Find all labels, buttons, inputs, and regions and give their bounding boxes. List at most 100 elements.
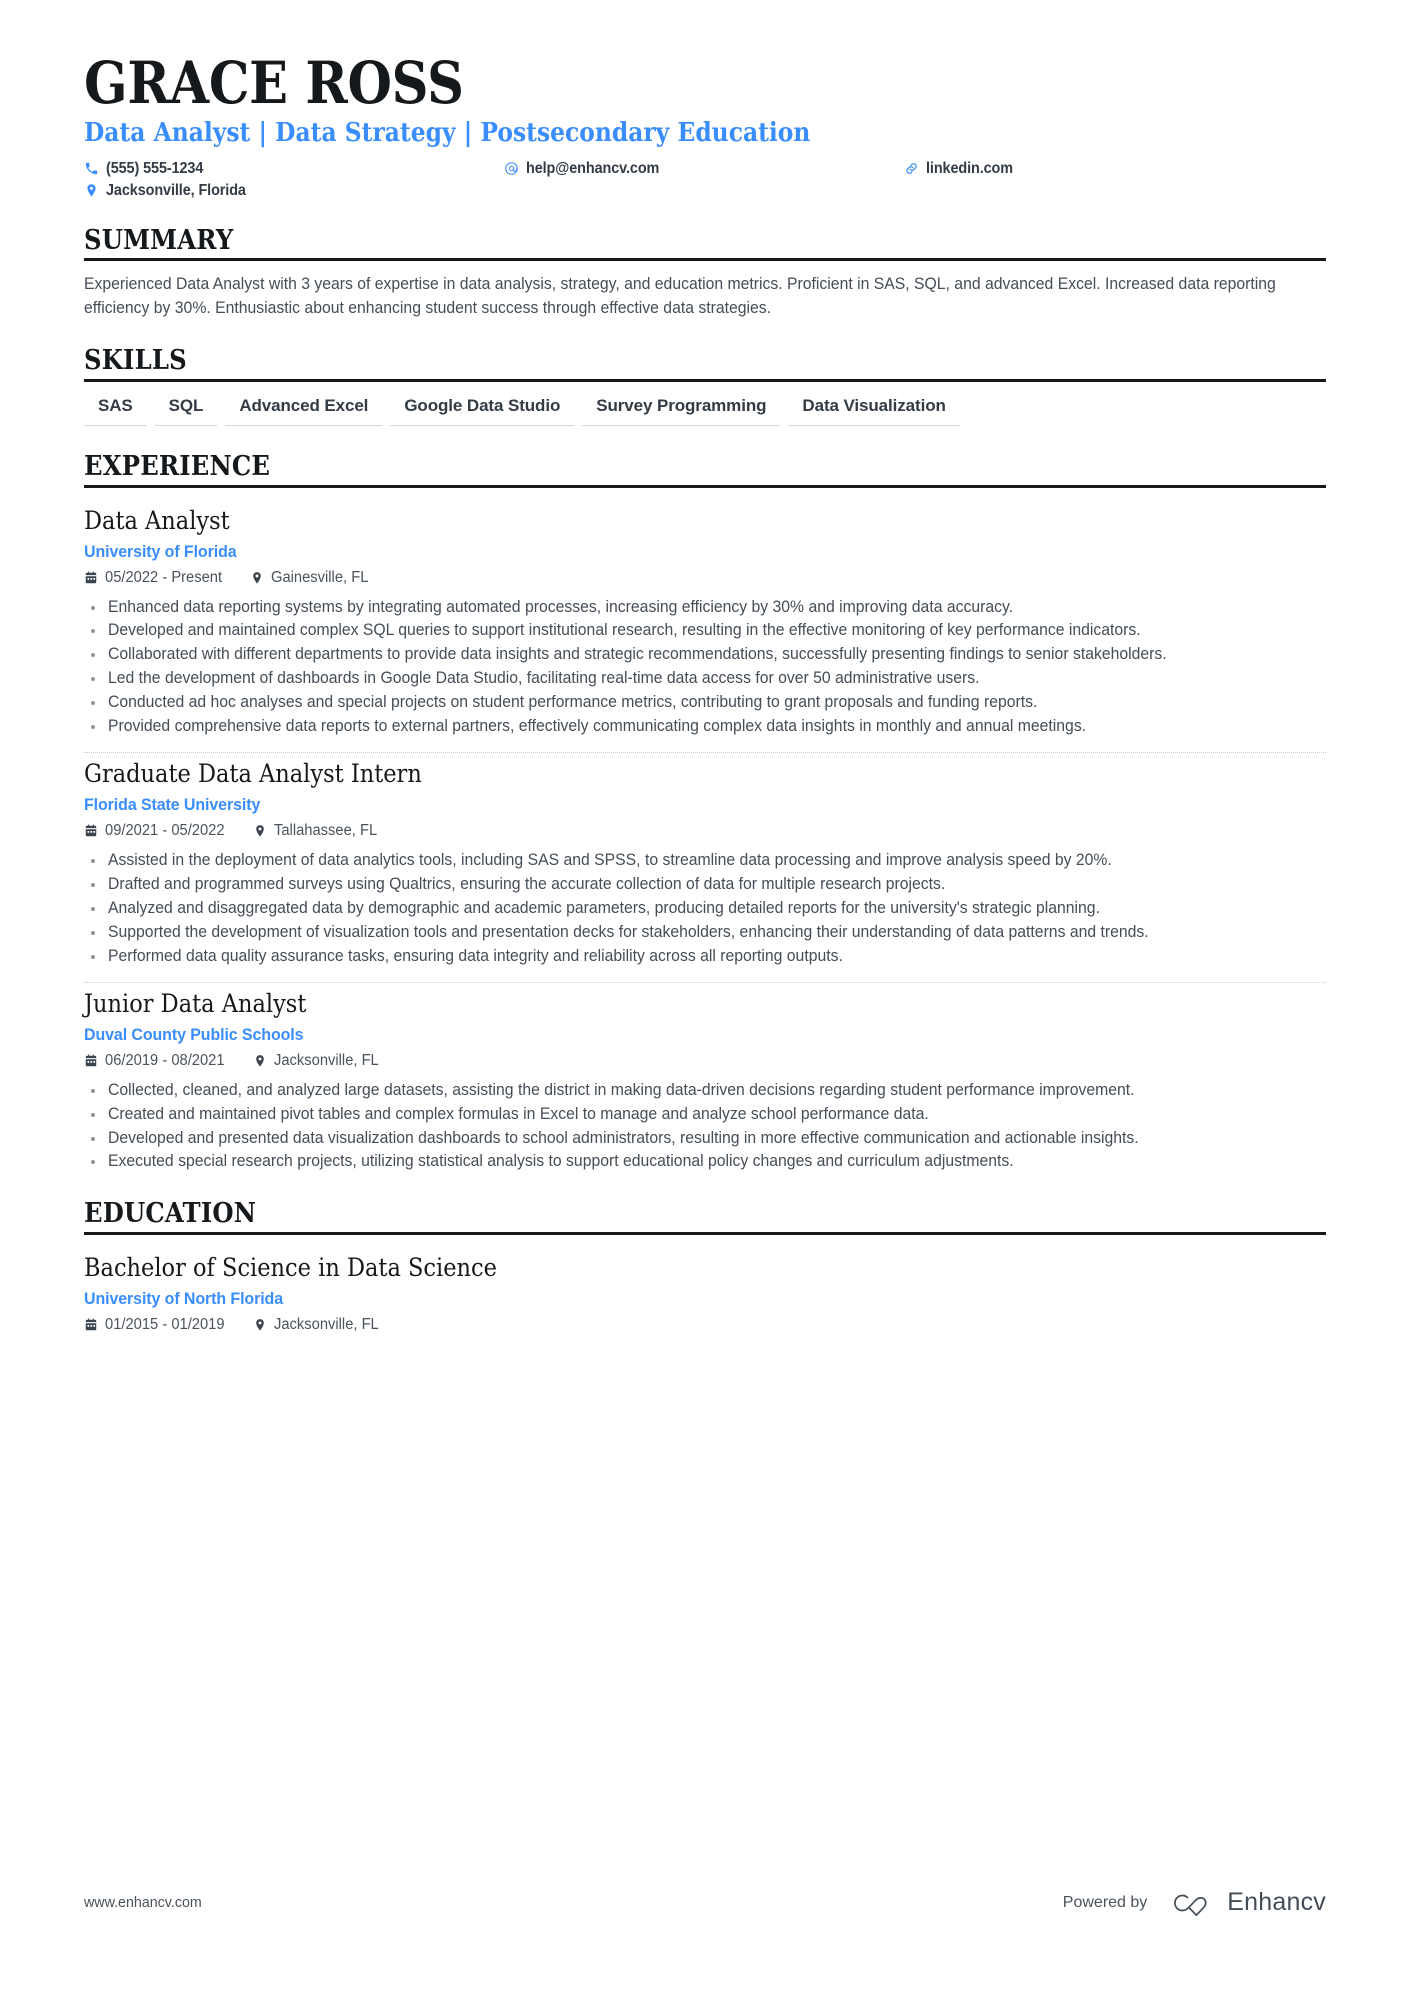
summary-text: Experienced Data Analyst with 3 years of… <box>84 275 1276 317</box>
responsibility-list: Enhanced data reporting systems by integ… <box>84 596 1326 739</box>
location-pin-icon <box>253 1318 267 1332</box>
responsibility-text: Assisted in the deployment of data analy… <box>108 851 1112 870</box>
responsibility-item: Drafted and programmed surveys using Qua… <box>84 873 1326 896</box>
responsibility-item: Created and maintained pivot tables and … <box>84 1103 1326 1126</box>
job-title: Junior Data Analyst <box>84 988 307 1018</box>
responsibility-text: Led the development of dashboards in Goo… <box>108 669 980 688</box>
entry-location-text: Gainesville, FL <box>271 568 369 586</box>
education-degree: Bachelor of Science in Data Science <box>84 1253 497 1283</box>
job-title: Graduate Data Analyst Intern <box>84 759 422 789</box>
entry-dates-text: 09/2021 - 05/2022 <box>105 822 225 840</box>
enhancv-brand-name: Enhancv <box>1227 1888 1326 1916</box>
contact-linkedin-text: linkedin.com <box>926 159 1013 177</box>
responsibility-item: Developed and presented data visualizati… <box>84 1127 1326 1150</box>
responsibility-text: Created and maintained pivot tables and … <box>108 1104 929 1123</box>
organization-text: University of North Florida <box>84 1289 284 1309</box>
company-name: Duval County Public Schools <box>84 1025 1326 1045</box>
entry-dates: 09/2021 - 05/2022 <box>84 822 231 840</box>
entry-meta: 01/2015 - 01/2019 Jacksonville, FL <box>84 1316 1326 1334</box>
organization-text: Duval County Public Schools <box>84 1024 304 1044</box>
responsibility-list: Collected, cleaned, and analyzed large d… <box>84 1079 1326 1174</box>
summary-body: Experienced Data Analyst with 3 years of… <box>84 261 1326 320</box>
responsibility-item: Analyzed and disaggregated data by demog… <box>84 897 1326 920</box>
entry-meta: 05/2022 - Present Gainesville, FL <box>84 569 1326 587</box>
entry-location: Jacksonville, FL <box>253 1052 384 1070</box>
responsibility-item: Supported the development of visualizati… <box>84 921 1326 944</box>
contact-location-text: Jacksonville, Florida <box>106 181 246 199</box>
calendar-icon <box>84 824 98 838</box>
responsibility-item: Performed data quality assurance tasks, … <box>84 945 1326 968</box>
responsibility-text: Developed and maintained complex SQL que… <box>108 621 1141 640</box>
candidate-name: GRACE ROSS <box>84 49 464 117</box>
contact-linkedin[interactable]: linkedin.com <box>904 160 1326 178</box>
contact-email[interactable]: help@enhancv.com <box>504 160 904 178</box>
skill-item: Advanced Excel <box>225 396 383 426</box>
location-pin-icon <box>250 571 264 585</box>
responsibility-item: Developed and maintained complex SQL que… <box>84 619 1326 642</box>
organization-text: University of Florida <box>84 541 237 561</box>
responsibility-text: Drafted and programmed surveys using Qua… <box>108 875 946 894</box>
contact-email-text: help@enhancv.com <box>526 159 660 177</box>
responsibility-item: Led the development of dashboards in Goo… <box>84 667 1326 690</box>
location-pin-icon <box>253 824 267 838</box>
responsibility-text: Executed special research projects, util… <box>108 1152 1014 1171</box>
contact-phone[interactable]: (555) 555-1234 <box>84 160 504 178</box>
entry-dates: 06/2019 - 08/2021 <box>84 1052 231 1070</box>
skill-item: Data Visualization <box>788 396 960 426</box>
location-icon <box>84 183 99 198</box>
entry-dates: 05/2022 - Present <box>84 569 228 587</box>
enhancv-brand: Enhancv <box>1165 1888 1326 1917</box>
section-education: EDUCATION Bachelor of Science in Data Sc… <box>84 1199 1326 1334</box>
responsibility-text: Conducted ad hoc analyses and special pr… <box>108 693 1038 712</box>
entry-dates-text: 05/2022 - Present <box>105 568 223 586</box>
entry-location: Gainesville, FL <box>250 569 374 587</box>
section-title-experience: EXPERIENCE <box>84 450 271 482</box>
responsibility-text: Developed and presented data visualizati… <box>108 1128 1139 1147</box>
responsibility-item: Collected, cleaned, and analyzed large d… <box>84 1079 1326 1102</box>
resume-header: GRACE ROSS Data Analyst | Data Strategy … <box>84 0 1326 200</box>
entry-location-text: Jacksonville, FL <box>273 1051 379 1069</box>
responsibility-item: Executed special research projects, util… <box>84 1150 1326 1173</box>
skills-list: SAS SQL Advanced Excel Google Data Studio Su… <box>84 382 1326 426</box>
company-name: Florida State University <box>84 795 1326 815</box>
experience-entry: Junior Data Analyst Duval County Public S… <box>84 983 1326 1174</box>
education-entries: Bachelor of Science in Data Science Unive… <box>84 1235 1326 1334</box>
school-name: University of North Florida <box>84 1289 1326 1309</box>
responsibility-item: Assisted in the deployment of data analy… <box>84 849 1326 872</box>
page-footer: www.enhancv.com Powered by Enhancv <box>84 1888 1326 1917</box>
calendar-icon <box>84 1054 98 1068</box>
experience-entries: Data Analyst University of Florida 05/2022… <box>84 488 1326 1174</box>
responsibility-item: Conducted ad hoc analyses and special pr… <box>84 691 1326 714</box>
section-title-education: EDUCATION <box>84 1198 257 1230</box>
contact-location: Jacksonville, Florida <box>84 182 504 200</box>
entry-location: Tallahassee, FL <box>253 822 383 840</box>
responsibility-text: Enhanced data reporting systems by integ… <box>108 597 1014 616</box>
responsibility-text: Provided comprehensive data reports to e… <box>108 717 1087 736</box>
link-icon <box>904 161 919 176</box>
email-icon <box>504 161 519 176</box>
responsibility-item: Provided comprehensive data reports to e… <box>84 715 1326 738</box>
responsibility-text: Collaborated with different departments … <box>108 645 1167 664</box>
entry-dates-text: 06/2019 - 08/2021 <box>105 1051 225 1069</box>
experience-entry: Graduate Data Analyst Intern Florida Stat… <box>84 753 1326 968</box>
powered-by-label: Powered by <box>1062 1893 1148 1911</box>
responsibility-list: Assisted in the deployment of data analy… <box>84 849 1326 968</box>
job-title: Data Analyst <box>84 505 230 535</box>
entry-location: Jacksonville, FL <box>253 1316 384 1334</box>
responsibility-item: Enhanced data reporting systems by integ… <box>84 596 1326 619</box>
entry-dates-text: 01/2015 - 01/2019 <box>105 1316 225 1334</box>
skill-item: Google Data Studio <box>390 396 575 426</box>
entry-meta: 06/2019 - 08/2021 Jacksonville, FL <box>84 1052 1326 1070</box>
location-pin-icon <box>253 1054 267 1068</box>
skill-item: SQL <box>154 396 218 426</box>
responsibility-text: Performed data quality assurance tasks, … <box>108 946 843 965</box>
skill-item: SAS <box>84 396 147 426</box>
section-experience: EXPERIENCE Data Analyst University of Flo… <box>84 452 1326 1174</box>
contact-info: (555) 555-1234 help@enhancv.com linkedin… <box>84 160 1326 200</box>
candidate-headline: Data Analyst | Data Strategy | Postsecon… <box>84 118 811 149</box>
section-title-summary: SUMMARY <box>84 224 234 256</box>
entry-meta: 09/2021 - 05/2022 Tallahassee, FL <box>84 822 1326 840</box>
footer-url[interactable]: www.enhancv.com <box>84 1894 208 1911</box>
responsibility-text: Collected, cleaned, and analyzed large d… <box>108 1080 1135 1099</box>
responsibility-text: Analyzed and disaggregated data by demog… <box>108 898 1100 917</box>
